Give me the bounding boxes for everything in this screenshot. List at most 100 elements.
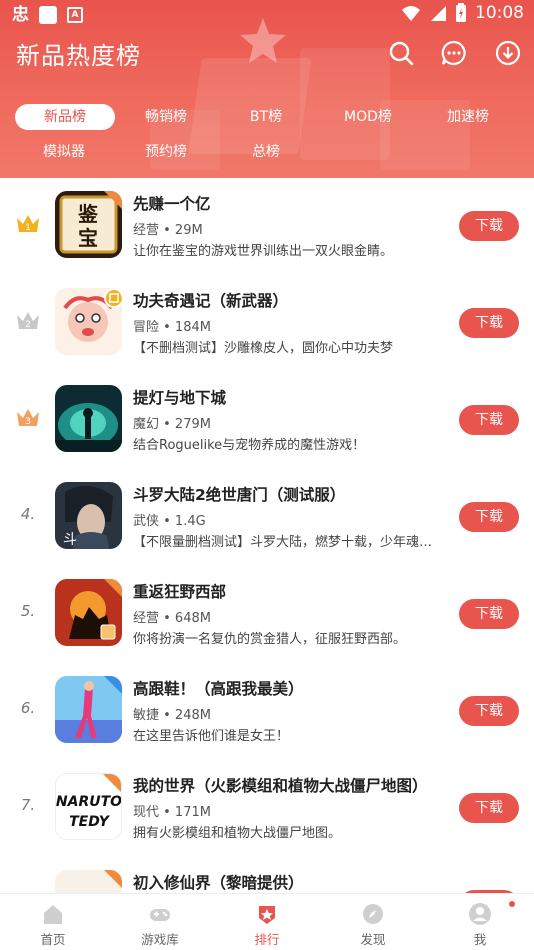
gamepad-icon [150, 909, 170, 921]
app-description: 【不限量删档测试】斗罗大陆，燃梦十载，少年魂… [133, 535, 433, 550]
download-button[interactable]: 下载 [459, 696, 519, 726]
app-meta: 现代 • 171M [133, 805, 211, 820]
app-icon[interactable] [55, 288, 122, 355]
app-icon-art: 斗 [55, 482, 122, 549]
gold-badge-icon [104, 288, 122, 308]
list-item[interactable]: 5. 重返狂野西部 经营 • 648M 你将扮演一名复仇的赏金猎人，征服狂野西部… [0, 566, 534, 663]
ribbon-badge-icon [104, 579, 122, 597]
nav-label: 首页 [40, 932, 66, 947]
app-description: 在这里告诉他们谁是女王！ [133, 729, 290, 744]
status-app-glyph: 忠 [12, 5, 29, 25]
nav-game-library[interactable]: 游戏库 [120, 894, 200, 950]
ribbon-badge-icon [103, 774, 121, 792]
ranking-icon [259, 906, 275, 924]
app-meta: 魔幻 • 279M [133, 417, 211, 432]
app-meta: 经营 • 648M [133, 611, 211, 626]
silver-crown-icon: 2 [17, 312, 39, 330]
nav-profile[interactable]: 我 [440, 894, 520, 950]
wifi-icon [402, 6, 420, 21]
app-name: 重返狂野西部 [133, 583, 227, 601]
svg-text:宝: 宝 [78, 226, 98, 250]
list-item[interactable]: 2 功夫奇遇记（新武器） 冒险 • 184M 【不删档测试】沙雕橡皮人，圆你心中… [0, 275, 534, 372]
status-badge: A [67, 7, 83, 23]
page-title: 新品热度榜 [16, 42, 141, 70]
home-icon [44, 905, 62, 924]
app-description: 结合Roguelike与宠物养成的魔性游戏！ [133, 438, 366, 453]
app-icon-art [55, 385, 122, 452]
nav-home[interactable]: 首页 [13, 894, 93, 950]
app-icon[interactable] [55, 385, 122, 452]
app-name: 提灯与地下城 [133, 389, 227, 407]
tab-accelerate[interactable]: 加速榜 [432, 104, 504, 130]
tab-mod[interactable]: MOD榜 [330, 104, 406, 130]
nav-label: 游戏库 [141, 932, 179, 947]
app-name: 功夫奇遇记（新武器） [133, 292, 289, 310]
bronze-crown-icon: 3 [17, 409, 39, 427]
tab-reservation[interactable]: 预约榜 [130, 139, 202, 165]
gold-crown-icon: 1 [17, 215, 39, 233]
app-root: 忠 A 10:08 新品热度榜 新品榜 畅销榜 BT榜 MOD榜 加速榜 模拟器… [0, 0, 534, 950]
download-button[interactable]: 下载 [459, 502, 519, 532]
tab-new[interactable]: 新品榜 [15, 104, 115, 130]
app-icon[interactable] [55, 579, 122, 646]
tab-emulator[interactable]: 模拟器 [28, 139, 100, 165]
discover-icon [363, 904, 383, 924]
list-item[interactable]: 4. 斗 斗罗大陆2绝世唐门（测试服） 武侠 • 1.4G 【不限量删档测试】斗… [0, 469, 534, 566]
status-bar: 忠 A 10:08 [0, 0, 534, 30]
notification-icon [39, 6, 57, 24]
message-icon[interactable] [441, 40, 467, 66]
tab-bestseller[interactable]: 畅销榜 [130, 104, 202, 130]
app-name: 先赚一个亿 [133, 195, 211, 213]
app-description: 让你在鉴宝的游戏世界训练出一双火眼金睛。 [133, 244, 394, 259]
download-manager-icon[interactable] [495, 40, 521, 66]
battery-icon [456, 3, 466, 22]
download-button[interactable]: 下载 [459, 793, 519, 823]
app-meta: 冒险 • 184M [133, 320, 211, 335]
download-button[interactable]: 下载 [459, 599, 519, 629]
nav-label: 发现 [360, 932, 386, 947]
download-button[interactable]: 下载 [459, 308, 519, 338]
svg-text:TEDY: TEDY [69, 814, 111, 830]
header: 忠 A 10:08 新品热度榜 新品榜 畅销榜 BT榜 MOD榜 加速榜 模拟器… [0, 0, 534, 178]
tab-bt[interactable]: BT榜 [230, 104, 302, 130]
list-item[interactable]: 7. NARUTO TEDY 我的世界（火影模组和植物大战僵尸地图） 现代 • … [0, 760, 534, 857]
app-name: 初入修仙界（黎暗提供） [133, 874, 304, 892]
svg-text:3: 3 [25, 417, 31, 427]
nav-label: 我 [473, 932, 487, 947]
app-meta: 敏捷 • 248M [133, 708, 211, 723]
ribbon-badge-icon [104, 676, 122, 694]
nav-ranking[interactable]: 排行 [227, 894, 307, 950]
app-meta: 武侠 • 1.4G [133, 514, 206, 529]
list-item[interactable]: 3 提灯与地下城 魔幻 • 279M 结合Roguelike与宠物养成的魔性游戏… [0, 372, 534, 469]
download-button[interactable]: 下载 [459, 405, 519, 435]
rank-number: 6. [20, 699, 36, 717]
bottom-nav: 首页 游戏库 排行 发现 我 [0, 893, 534, 950]
nav-label: 排行 [254, 932, 280, 947]
signal-icon [431, 6, 446, 21]
app-icon[interactable]: NARUTO TEDY [55, 773, 122, 840]
status-time: 10:08 [475, 3, 524, 23]
app-icon[interactable]: 鉴 宝 [55, 191, 122, 258]
svg-text:2: 2 [25, 320, 31, 330]
svg-text:1: 1 [25, 223, 31, 233]
download-button[interactable]: 下载 [459, 211, 519, 241]
notification-dot [509, 901, 515, 907]
app-description: 拥有火影模组和植物大战僵尸地图。 [133, 826, 342, 841]
app-description: 你将扮演一名复仇的赏金猎人，征服狂野西部。 [133, 632, 407, 647]
rank-number: 5. [20, 602, 36, 620]
rank-number: 7. [20, 796, 36, 814]
app-name: 我的世界（火影模组和植物大战僵尸地图） [133, 777, 428, 795]
list-item[interactable]: 6. 高跟鞋！（高跟我最美） 敏捷 • 248M 在这里告诉他们谁是女王！ 下载 [0, 663, 534, 760]
app-name: 斗罗大陆2绝世唐门（测试服） [133, 486, 346, 504]
ribbon-badge-icon [104, 191, 122, 209]
list-item[interactable]: 1 鉴 宝 先赚一个亿 经营 • 29M 让你在鉴宝的游戏世界训练出一双火眼金睛… [0, 178, 534, 275]
app-name: 高跟鞋！（高跟我最美） [133, 680, 304, 698]
app-icon[interactable]: 斗 [55, 482, 122, 549]
app-description: 【不删档测试】沙雕橡皮人，圆你心中功夫梦 [133, 341, 394, 356]
search-icon[interactable] [388, 40, 414, 66]
profile-icon [469, 903, 491, 925]
tab-overall[interactable]: 总榜 [230, 139, 302, 165]
rank-number: 4. [20, 505, 36, 523]
app-icon[interactable] [55, 676, 122, 743]
nav-discover[interactable]: 发现 [333, 894, 413, 950]
